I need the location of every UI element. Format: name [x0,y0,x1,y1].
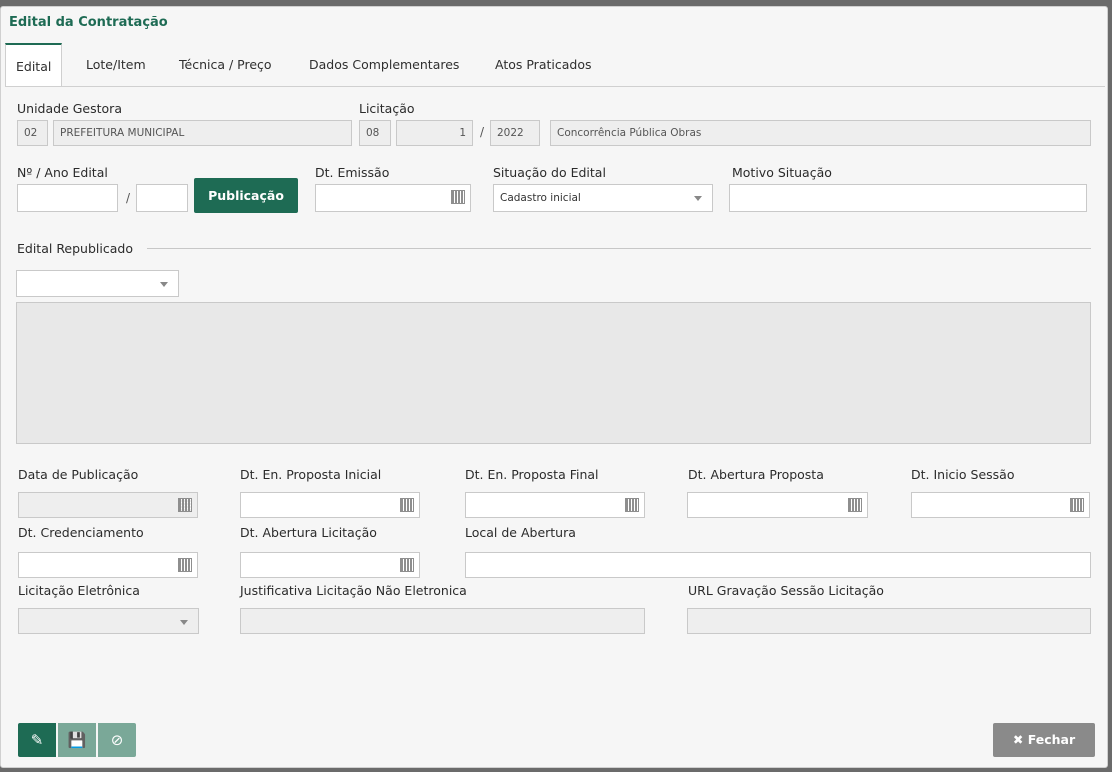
label-dt-credenciamento: Dt. Credenciamento [18,525,144,540]
dt-abertura-licitacao-input[interactable] [240,552,420,578]
label-data-publicacao: Data de Publicação [18,467,139,482]
label-dt-en-proposta-final: Dt. En. Proposta Final [465,467,599,482]
edital-republicado-select[interactable] [16,270,179,297]
tab-tecnica-preco[interactable]: Técnica / Preço [179,43,272,87]
label-edital-republicado: Edital Republicado [17,241,133,256]
cancel-button[interactable]: ⊘ [98,723,136,757]
edital-numero-input[interactable] [17,184,118,212]
dt-credenciamento-input[interactable] [18,552,198,578]
publicacao-button[interactable]: Publicação [194,178,298,213]
situacao-selected-value: Cadastro inicial [500,192,581,204]
label-dt-en-proposta-inicial: Dt. En. Proposta Inicial [240,467,382,482]
situacao-edital-select[interactable]: Cadastro inicial [493,184,713,212]
label-licitacao: Licitação [359,101,415,116]
licitacao-modalidade-field: 08 [359,120,391,146]
label-dt-inicio-sessao: Dt. Inicio Sessão [911,467,1015,482]
label-situacao-edital: Situação do Edital [493,165,606,180]
tab-dados-complementares[interactable]: Dados Complementares [309,43,459,87]
licitacao-eletronica-select [18,608,199,634]
label-licitacao-eletronica: Licitação Eletrônica [18,583,140,598]
calendar-icon[interactable] [451,190,465,204]
dt-abertura-proposta-input[interactable] [687,492,868,518]
local-abertura-input[interactable] [465,552,1091,578]
edital-ano-input[interactable] [136,184,188,212]
chevron-down-icon [160,282,168,287]
edit-button[interactable]: ✎ [18,723,56,757]
tab-atos-praticados[interactable]: Atos Praticados [495,43,591,87]
close-icon: ✖ [1012,732,1024,747]
chevron-down-icon [694,196,702,201]
licitacao-ano-field: 2022 [490,120,540,146]
label-dt-abertura-proposta: Dt. Abertura Proposta [688,467,824,482]
tab-divider [5,86,1105,87]
motivo-situacao-input[interactable] [729,184,1087,212]
dt-emissao-input[interactable] [315,184,471,212]
calendar-icon[interactable] [848,498,862,512]
fechar-button[interactable]: ✖ Fechar [993,723,1095,757]
licitacao-descricao-field: Concorrência Pública Obras [550,120,1091,146]
label-dt-abertura-licitacao: Dt. Abertura Licitação [240,525,377,540]
calendar-icon[interactable] [178,558,192,572]
dt-en-proposta-final-input[interactable] [465,492,645,518]
label-url-gravacao: URL Gravação Sessão Licitação [688,583,884,598]
label-local-abertura: Local de Abertura [465,525,576,540]
calendar-icon[interactable] [625,498,639,512]
label-unidade-gestora: Unidade Gestora [17,101,122,116]
calendar-icon [178,498,192,512]
url-gravacao-input [687,608,1091,634]
save-icon: 💾 [67,731,87,749]
cancel-icon: ⊘ [110,731,124,749]
label-justificativa: Justificativa Licitação Não Eletronica [240,583,467,598]
dt-en-proposta-inicial-input[interactable] [240,492,420,518]
slash-separator: / [480,125,485,139]
ug-code-field: 02 [17,120,48,146]
data-publicacao-input [18,492,198,518]
calendar-icon[interactable] [400,558,414,572]
ug-name-field: PREFEITURA MUNICIPAL [53,120,352,146]
edit-icon: ✎ [30,731,44,749]
justificativa-input [240,608,645,634]
calendar-icon[interactable] [400,498,414,512]
dt-inicio-sessao-input[interactable] [911,492,1090,518]
edital-dialog: Edital da Contratação Edital Lote/Item T… [0,6,1108,768]
save-button[interactable]: 💾 [58,723,96,757]
licitacao-numero-field: 1 [396,120,473,146]
dialog-title: Edital da Contratação [9,15,168,30]
label-numero-ano-edital: Nº / Ano Edital [17,165,108,180]
label-motivo-situacao: Motivo Situação [732,165,832,180]
edital-republicado-detail-area [16,302,1091,444]
slash-separator: / [126,191,131,205]
tab-edital[interactable]: Edital [5,43,63,87]
section-divider [147,248,1091,249]
chevron-down-icon [180,620,188,625]
tab-lote-item[interactable]: Lote/Item [86,43,146,87]
calendar-icon[interactable] [1070,498,1084,512]
label-dt-emissao: Dt. Emissão [315,165,390,180]
fechar-label: Fechar [1027,732,1076,747]
